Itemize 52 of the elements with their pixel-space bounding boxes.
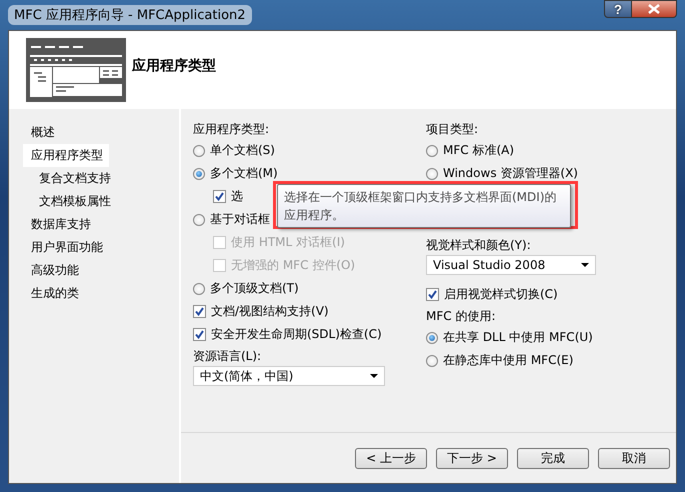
dropdown[interactable]: 中文(简体，中国)	[193, 366, 385, 386]
nav-item[interactable]: 数据库支持	[23, 213, 97, 236]
radio-label[interactable]: 在共享 DLL 中使用 MFC(U)	[443, 329, 593, 346]
field-label: MFC 的使用:	[426, 309, 496, 323]
radio-label[interactable]: 基于对话框	[210, 211, 270, 228]
close-icon	[648, 4, 660, 14]
checkbox[interactable]	[193, 328, 206, 341]
nav-item[interactable]: 复合文档支持	[31, 167, 117, 190]
radio-button[interactable]	[426, 354, 438, 366]
field-label: 应用程序类型:	[193, 122, 270, 136]
nav-item[interactable]: 文档模板属性	[31, 190, 117, 213]
radio-button[interactable]	[426, 168, 438, 180]
checkbox-label[interactable]: 安全开发生命周期(SDL)检查(C)	[211, 326, 382, 343]
checkbox[interactable]	[193, 305, 206, 318]
page-title: 应用程序类型	[132, 57, 216, 75]
radio-button[interactable]	[193, 168, 205, 180]
radio-button[interactable]	[193, 282, 205, 294]
radio-button[interactable]	[193, 214, 205, 226]
help-button[interactable]: ?	[604, 0, 632, 18]
field-label: 资源语言(L):	[193, 349, 262, 363]
dropdown[interactable]: Visual Studio 2008	[426, 255, 596, 275]
dropdown-arrow-icon	[581, 263, 589, 267]
radio-button[interactable]	[193, 144, 205, 156]
close-button[interactable]	[632, 0, 677, 18]
nav-item[interactable]: 用户界面功能	[23, 236, 109, 259]
window-layout-icon	[26, 38, 126, 102]
checkbox-label[interactable]: 启用视觉样式切换(C)	[444, 286, 558, 303]
radio-label[interactable]: 多个顶级文档(T)	[210, 280, 299, 297]
wizard-button[interactable]: 下一步 >	[436, 448, 508, 468]
field-label: 视觉样式和颜色(Y):	[426, 238, 531, 252]
radio-button[interactable]	[426, 332, 438, 344]
wizard-button[interactable]: < 上一步	[355, 448, 427, 468]
field-label: 项目类型:	[426, 122, 478, 136]
wizard-button[interactable]: 取消	[598, 448, 670, 468]
radio-label[interactable]: 在静态库中使用 MFC(E)	[443, 352, 574, 369]
radio-button[interactable]	[426, 144, 438, 156]
nav-item[interactable]: 高级功能	[23, 259, 85, 282]
dropdown-arrow-icon	[370, 374, 378, 378]
radio-label[interactable]: 单个文档(S)	[210, 142, 275, 159]
checkbox[interactable]	[426, 288, 439, 301]
nav-item[interactable]: 生成的类	[23, 282, 85, 305]
checkbox-label[interactable]: 选	[231, 188, 243, 205]
tooltip: 选择在一个顶级框架窗口内支持多文档界面(MDI)的应用程序。	[277, 184, 571, 228]
wizard-button[interactable]: 完成	[517, 448, 589, 468]
radio-label[interactable]: Windows 资源管理器(X)	[443, 165, 578, 182]
radio-label[interactable]: 多个文档(M)	[210, 165, 278, 182]
checkbox[interactable]	[213, 190, 226, 203]
nav-item[interactable]: 概述	[23, 121, 61, 144]
window-title: MFC 应用程序向导 - MFCApplication2	[8, 5, 252, 25]
checkbox-label[interactable]: 文档/视图结构支持(V)	[211, 303, 329, 320]
radio-label[interactable]: MFC 标准(A)	[443, 142, 514, 159]
nav-item[interactable]: 应用程序类型	[23, 144, 109, 167]
